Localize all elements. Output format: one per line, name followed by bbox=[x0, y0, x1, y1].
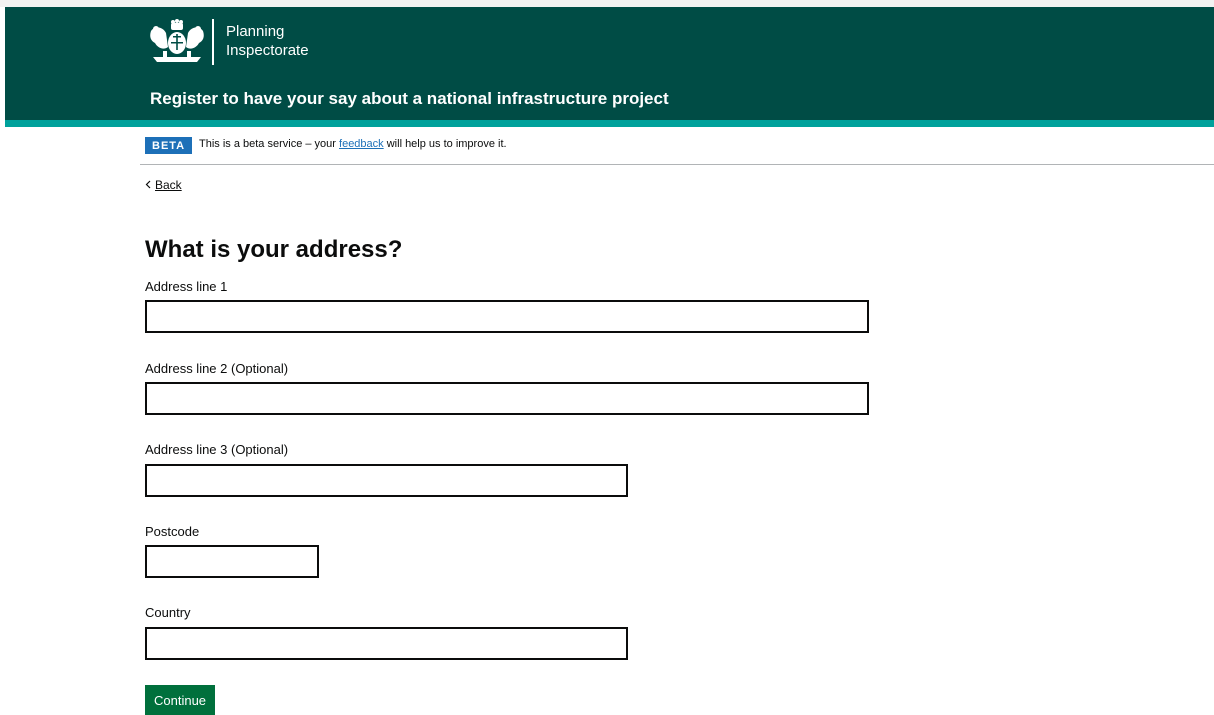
back-link-label: Back bbox=[155, 178, 182, 192]
address-line-1-input[interactable] bbox=[145, 300, 869, 333]
postcode-label: Postcode bbox=[145, 524, 200, 539]
phase-banner-text-after: will help us to improve it. bbox=[386, 138, 507, 150]
address-line-3-label: Address line 3 (Optional) bbox=[145, 442, 289, 457]
chevron-left-icon bbox=[145, 180, 151, 189]
service-name-link[interactable]: Register to have your say about a nation… bbox=[150, 89, 669, 109]
country-input[interactable] bbox=[145, 627, 628, 660]
phase-banner-text-before: This is a beta service – your bbox=[199, 138, 336, 150]
country-label: Country bbox=[145, 605, 191, 620]
address-line-2-label: Address line 2 (Optional) bbox=[145, 361, 289, 376]
phase-banner-text: This is a beta service – your feedback w… bbox=[199, 138, 507, 150]
page-title: What is your address? bbox=[145, 236, 403, 263]
organisation-name: Planning Inspectorate bbox=[226, 22, 309, 60]
royal-coat-of-arms-icon[interactable] bbox=[145, 17, 209, 65]
postcode-input[interactable] bbox=[145, 545, 319, 578]
feedback-link[interactable]: feedback bbox=[339, 138, 384, 150]
site-header: Planning Inspectorate Register to have y… bbox=[5, 7, 1214, 120]
header-accent-bar bbox=[5, 120, 1214, 127]
address-line-3-input[interactable] bbox=[145, 464, 628, 497]
browser-top-strip bbox=[0, 0, 1214, 7]
organisation-name-line-1: Planning bbox=[226, 23, 285, 40]
logo-divider bbox=[212, 19, 214, 65]
beta-tag: BETA bbox=[145, 137, 193, 154]
continue-button[interactable]: Continue bbox=[145, 685, 216, 715]
phase-banner: BETA This is a beta service – your feedb… bbox=[140, 127, 1214, 165]
address-line-2-input[interactable] bbox=[145, 382, 869, 415]
address-line-1-label: Address line 1 bbox=[145, 279, 228, 294]
back-link[interactable]: Back bbox=[145, 178, 182, 192]
organisation-name-line-2: Inspectorate bbox=[226, 42, 309, 59]
